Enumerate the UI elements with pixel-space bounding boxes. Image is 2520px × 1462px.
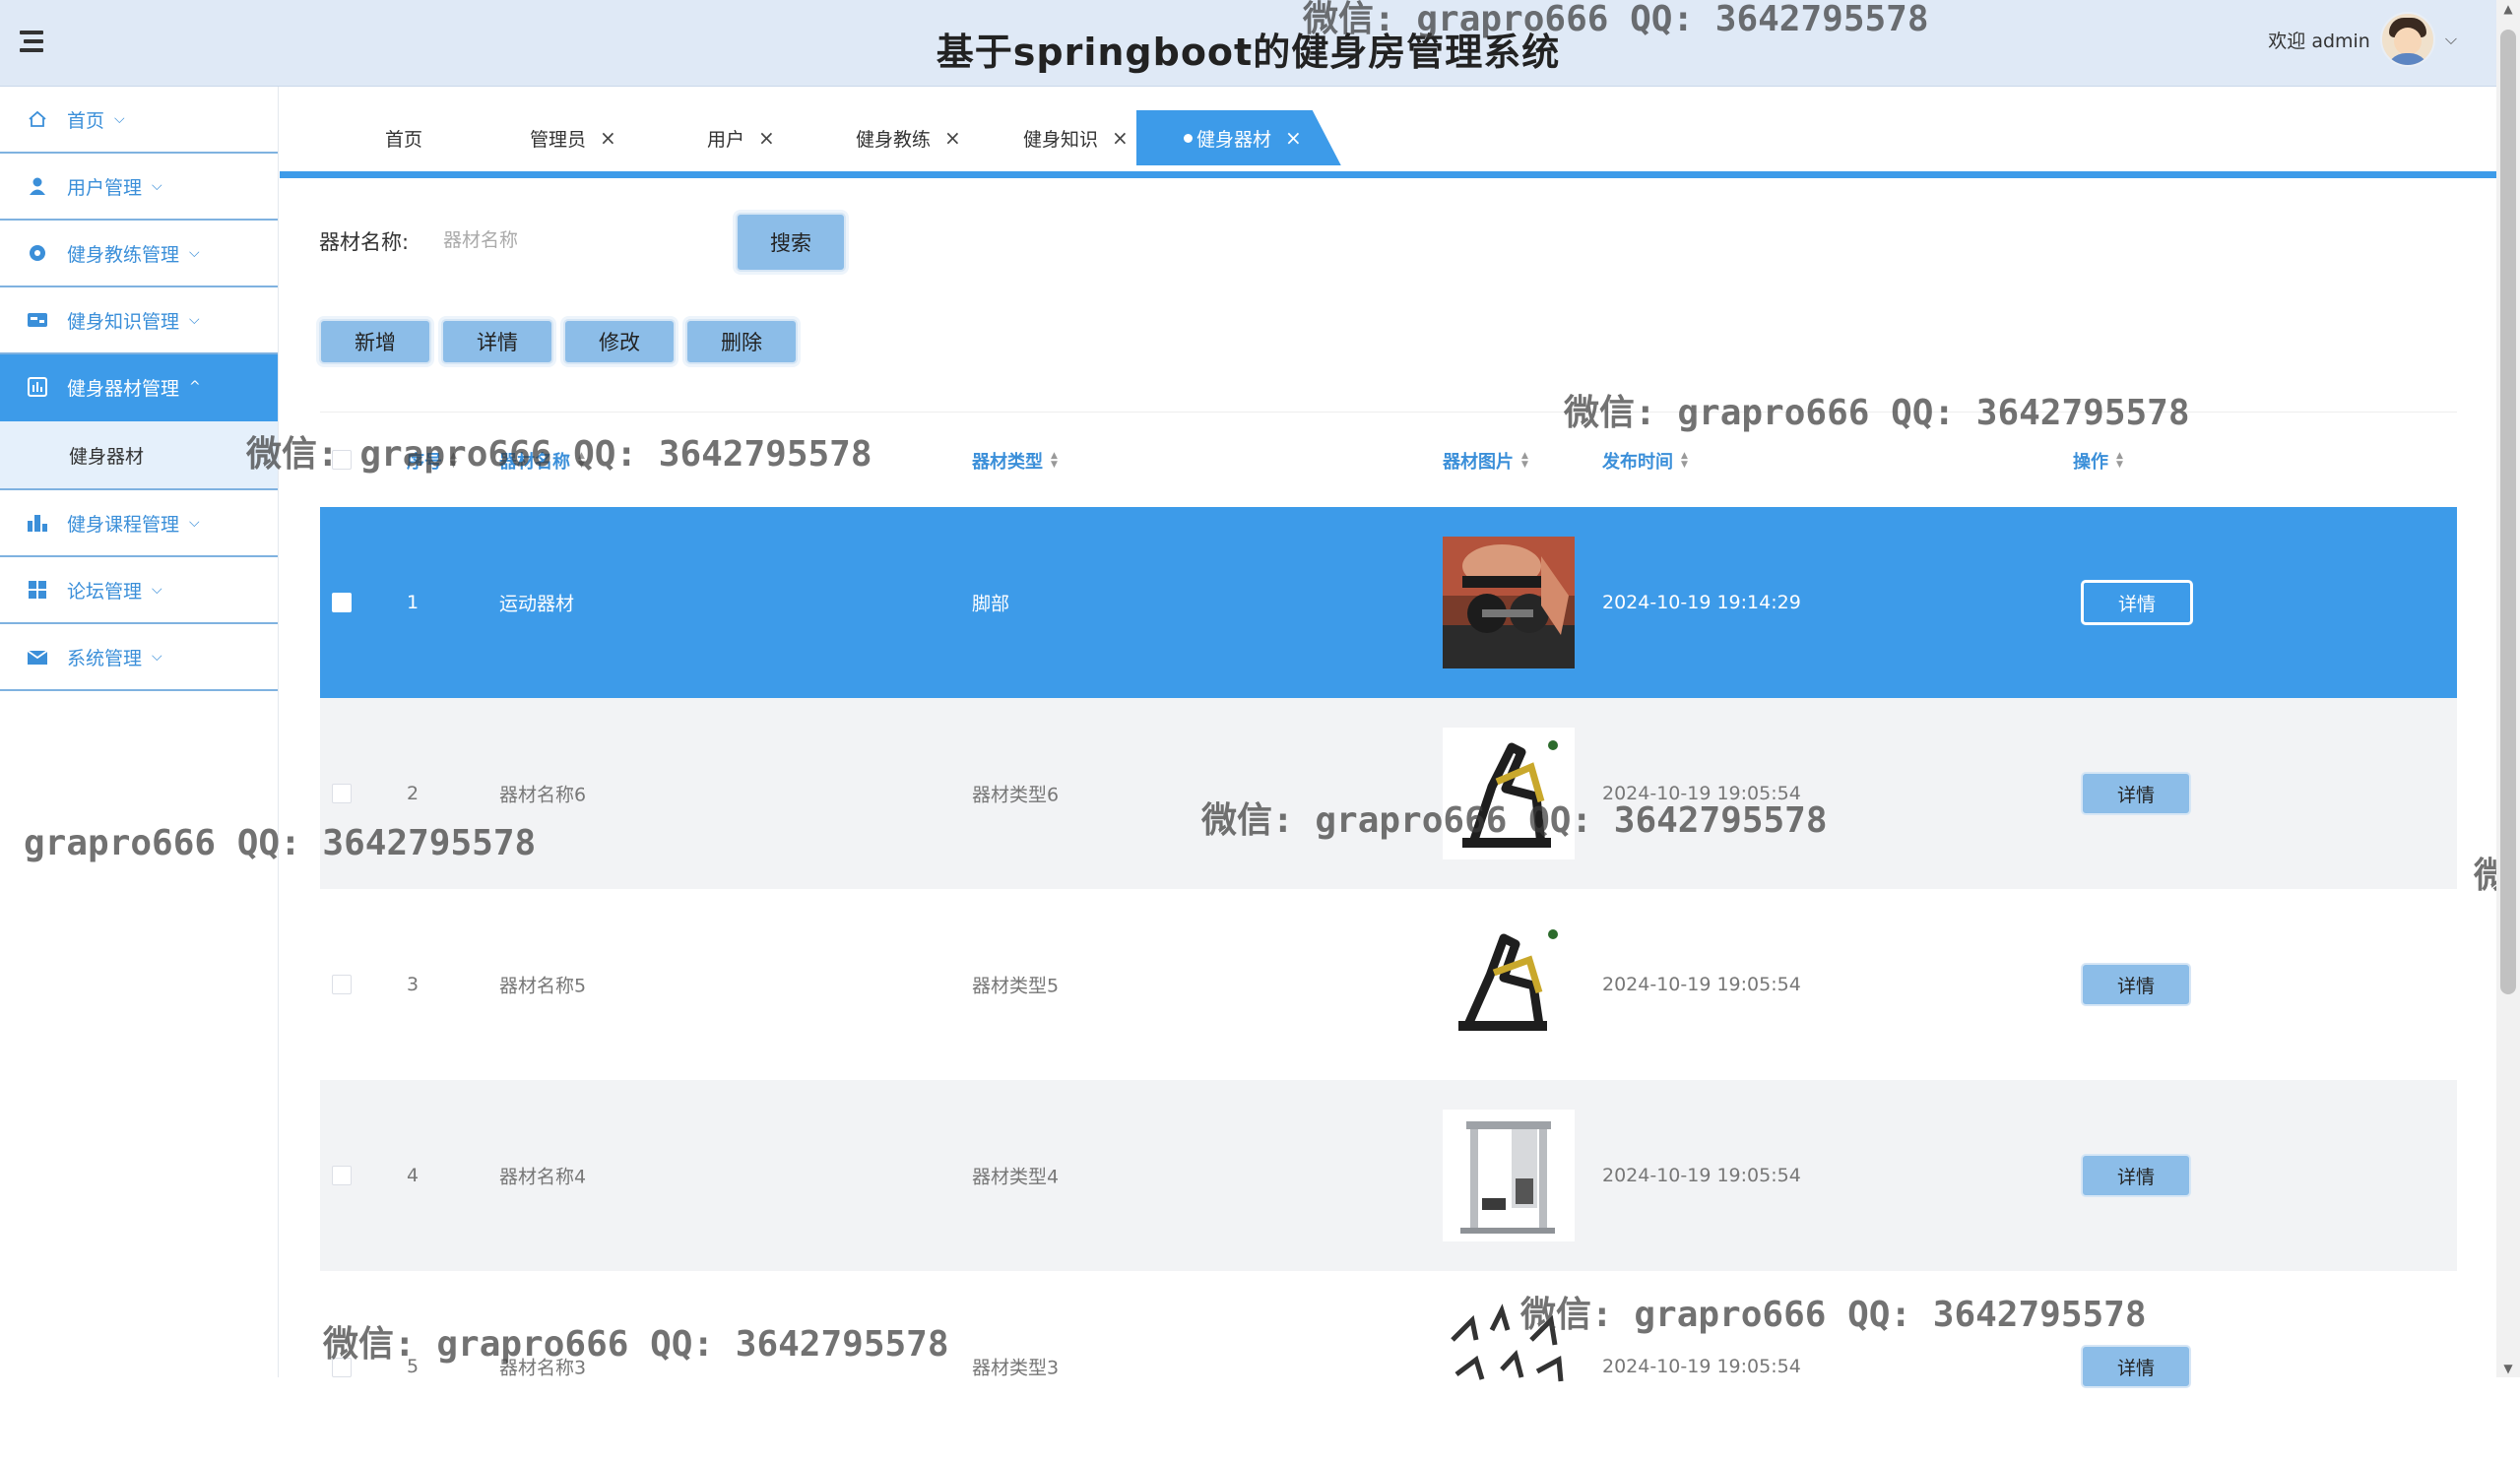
table-row[interactable]: 2 器材名称6 器材类型6 2024-10-19 19:05:54 详情: [320, 698, 2457, 889]
system-icon: [26, 645, 49, 668]
row-checkbox[interactable]: [332, 1358, 352, 1377]
sort-icon[interactable]: ▲ ▼: [2116, 452, 2123, 470]
user-icon: [26, 174, 49, 198]
row-detail-button[interactable]: 详情: [2081, 580, 2193, 625]
home-icon: [26, 107, 49, 131]
active-dot-icon: [1184, 133, 1193, 143]
close-icon[interactable]: ×: [1285, 126, 1302, 150]
close-icon[interactable]: ×: [600, 126, 616, 150]
add-button[interactable]: 新增: [319, 319, 431, 364]
table-header: 序号 ▲ ▼ 器材名称 ▲ ▼ 器材类型 ▲ ▼ 器材图片 ▲ ▼ 发布时间 ▲ ▼ 操作 ▲ ▼: [320, 412, 2457, 507]
sidebar-item-users[interactable]: 用户管理 ⌵: [0, 154, 278, 221]
sidebar-subitem-equipment[interactable]: 健身器材: [0, 421, 278, 490]
equipment-image[interactable]: [1443, 919, 1575, 1050]
course-icon: [26, 511, 49, 535]
column-header-image[interactable]: 器材图片 ▲ ▼: [1443, 448, 1528, 474]
search-label: 器材名称:: [319, 230, 410, 254]
column-header-time[interactable]: 发布时间 ▲ ▼: [1602, 448, 1688, 474]
row-detail-button[interactable]: 详情: [2081, 963, 2191, 1006]
equipment-table: 序号 ▲ ▼ 器材名称 ▲ ▼ 器材类型 ▲ ▼ 器材图片 ▲ ▼ 发布时间 ▲ ▼ 操作 ▲ ▼ 1 …: [320, 412, 2457, 1462]
select-all-checkbox[interactable]: [332, 450, 352, 470]
sort-icon[interactable]: ▲ ▼: [578, 452, 585, 470]
table-row[interactable]: 1 运动器材 脚部 2024-10-19 19:14:29 详情: [320, 507, 2457, 698]
sidebar-item-course[interactable]: 健身课程管理 ⌵: [0, 490, 278, 557]
tab-users[interactable]: 用户 ×: [707, 110, 775, 165]
sidebar-item-home[interactable]: 首页 ⌵: [0, 87, 278, 154]
page-scrollbar[interactable]: ▲ ▼: [2496, 0, 2520, 1377]
avatar[interactable]: [2379, 12, 2435, 67]
equipment-image[interactable]: [1443, 1301, 1575, 1432]
edit-button[interactable]: 修改: [563, 319, 676, 364]
top-header: 基于springboot的健身房管理系统 欢迎 admin ⌵: [0, 0, 2496, 87]
row-detail-button[interactable]: 详情: [2081, 1154, 2191, 1197]
row-checkbox[interactable]: [332, 975, 352, 994]
search-input[interactable]: [441, 217, 721, 264]
sort-icon[interactable]: ▲ ▼: [1521, 452, 1528, 470]
tab-knowledge[interactable]: 健身知识 ×: [1023, 110, 1129, 165]
close-icon[interactable]: ×: [944, 126, 961, 150]
row-checkbox[interactable]: [332, 784, 352, 803]
row-detail-button[interactable]: 详情: [2081, 1345, 2191, 1388]
equipment-image[interactable]: [1443, 537, 1575, 668]
sidebar-item-knowledge[interactable]: 健身知识管理 ⌵: [0, 287, 278, 354]
column-header-index[interactable]: 序号 ▲ ▼: [407, 448, 457, 474]
sort-icon[interactable]: ▲ ▼: [1051, 452, 1058, 470]
sort-icon[interactable]: ▲ ▼: [450, 452, 457, 470]
sidebar-item-forum[interactable]: 论坛管理 ⌵: [0, 557, 278, 624]
scrollbar-thumb[interactable]: [2500, 30, 2516, 994]
knowledge-icon: [26, 308, 49, 332]
forum-icon: [26, 578, 49, 602]
sort-icon[interactable]: ▲ ▼: [1681, 452, 1688, 470]
tab-equipment[interactable]: 健身器材 ×: [1136, 110, 1341, 165]
table-row[interactable]: 5 器材名称3 器材类型3 2024-10-19 19:05:54 详情: [320, 1271, 2457, 1462]
tab-home[interactable]: 首页: [385, 110, 422, 165]
sidebar-item-coach[interactable]: 健身教练管理 ⌵: [0, 221, 278, 287]
chevron-down-icon[interactable]: ⌵: [2445, 30, 2457, 49]
welcome-text: 欢迎 admin: [2268, 30, 2370, 52]
close-icon[interactable]: ×: [1112, 126, 1129, 150]
tab-admin[interactable]: 管理员 ×: [530, 110, 616, 165]
column-header-type[interactable]: 器材类型 ▲ ▼: [972, 448, 1058, 474]
tab-coach[interactable]: 健身教练 ×: [856, 110, 961, 165]
close-icon[interactable]: ×: [758, 126, 775, 150]
detail-button[interactable]: 详情: [441, 319, 553, 364]
row-detail-button[interactable]: 详情: [2081, 772, 2191, 815]
row-checkbox[interactable]: [332, 1166, 352, 1185]
search-button[interactable]: 搜索: [736, 213, 846, 272]
site-title: 基于springboot的健身房管理系统: [936, 31, 1561, 74]
equipment-icon: [26, 375, 49, 399]
sidebar: 首页 ⌵ 用户管理 ⌵ 健身教练管理 ⌵ 健身知识管理 ⌵ 健身器材管理 ^ 健身器材 健…: [0, 87, 279, 1377]
delete-button[interactable]: 删除: [685, 319, 798, 364]
equipment-image[interactable]: [1443, 728, 1575, 859]
tab-bar: 首页 管理员 × 用户 × 健身教练 × 健身知识 × 健身器材 ×: [280, 110, 2496, 178]
column-header-name[interactable]: 器材名称 ▲ ▼: [499, 448, 585, 474]
scroll-down-icon[interactable]: ▼: [2502, 1362, 2514, 1375]
sidebar-item-equipment[interactable]: 健身器材管理 ^: [0, 354, 278, 421]
table-row[interactable]: 4 器材名称4 器材类型4 2024-10-19 19:05:54 详情: [320, 1080, 2457, 1271]
sidebar-item-system[interactable]: 系统管理 ⌵: [0, 624, 278, 691]
table-row[interactable]: 3 器材名称5 器材类型5 2024-10-19 19:05:54 详情: [320, 889, 2457, 1080]
user-menu[interactable]: 欢迎 admin ⌵: [2268, 12, 2457, 67]
coach-icon: [26, 241, 49, 265]
scroll-up-icon[interactable]: ▲: [2502, 2, 2514, 16]
column-header-action[interactable]: 操作 ▲ ▼: [2073, 448, 2123, 474]
row-checkbox[interactable]: [332, 593, 352, 612]
equipment-image[interactable]: [1443, 1110, 1575, 1241]
